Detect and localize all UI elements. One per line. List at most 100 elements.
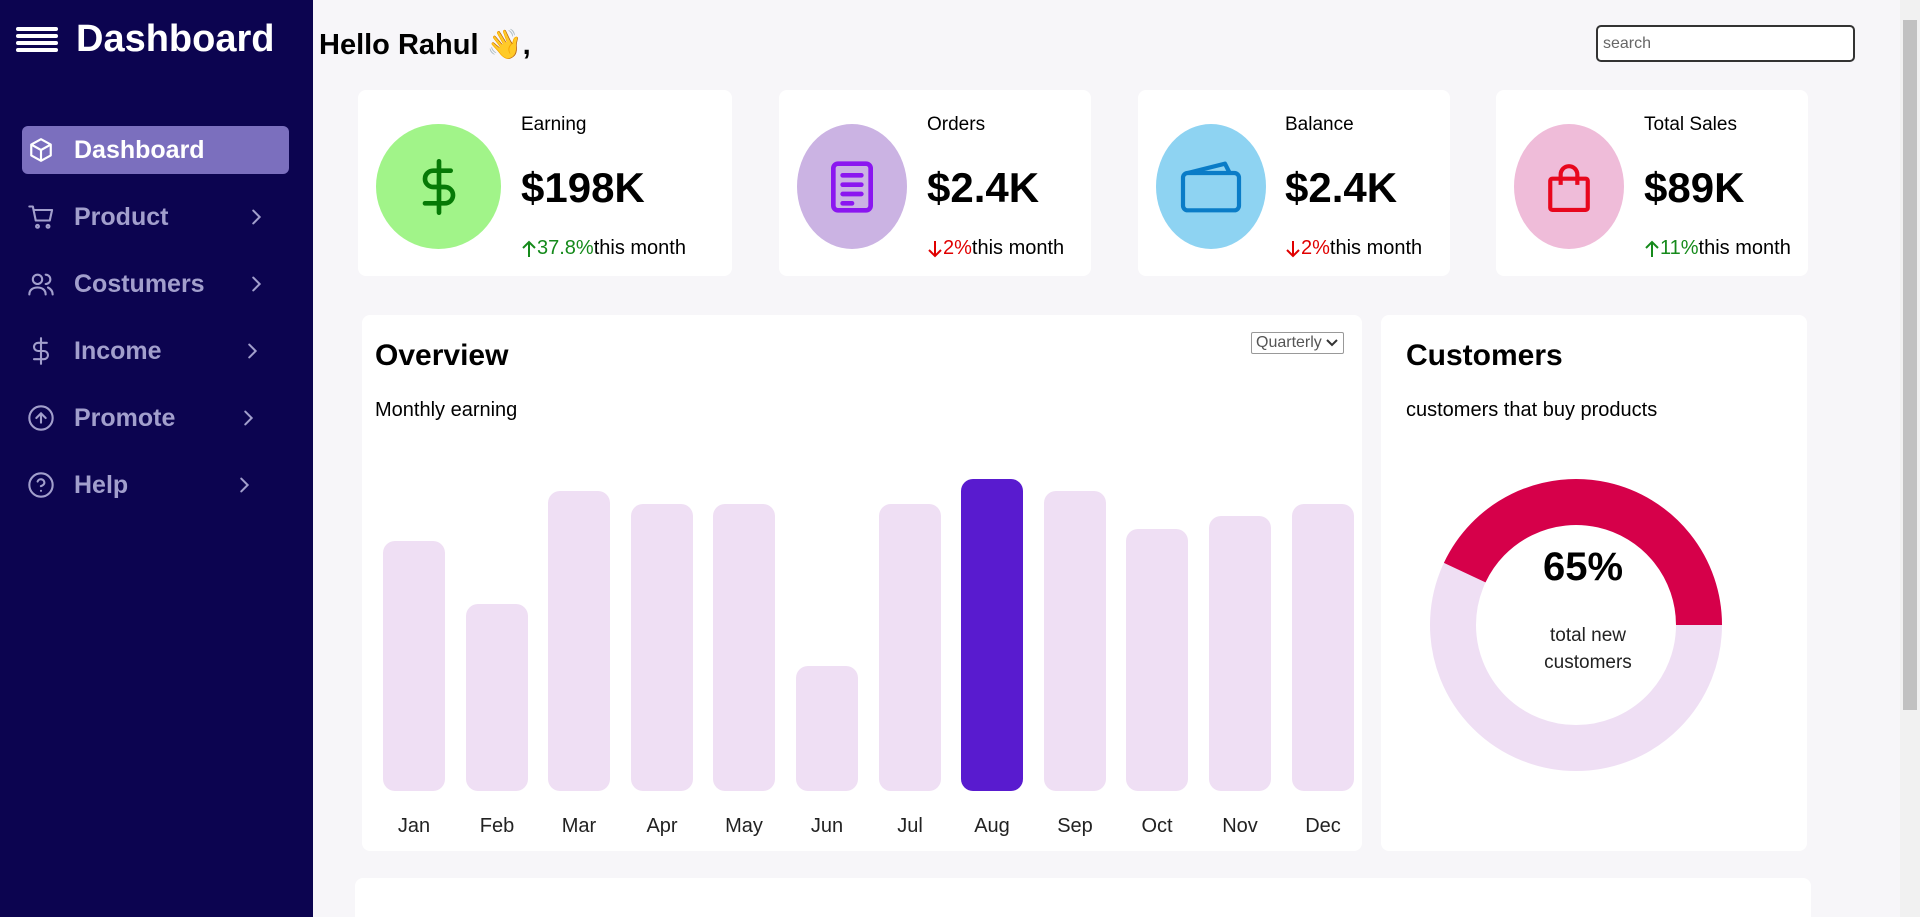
stat-label: Balance: [1285, 114, 1354, 135]
arrow-down-icon: [928, 240, 942, 257]
sidebar-item-label: Dashboard: [74, 135, 205, 164]
stat-change: 2% this month: [927, 237, 1064, 260]
bar-label-jul: Jul: [897, 815, 923, 837]
sidebar-item-label: Income: [74, 336, 162, 365]
cube-icon: [26, 135, 56, 165]
sidebar-item-product[interactable]: Product: [22, 193, 289, 241]
arrow-down-icon: [1286, 240, 1300, 257]
period-select[interactable]: Quarterly: [1251, 332, 1344, 354]
chevron-down-icon: [1326, 339, 1338, 347]
bar-may: [713, 504, 775, 791]
page-scrollbar[interactable]: [1900, 0, 1920, 917]
stat-change-suffix: this month: [1698, 237, 1791, 259]
cart-icon: [26, 202, 56, 232]
app-title: Dashboard: [76, 18, 275, 60]
bar-label-nov: Nov: [1222, 815, 1258, 837]
sidebar-item-label: Promote: [74, 403, 176, 432]
stat-card-orders: Orders $2.4K 2% this month: [779, 90, 1091, 276]
sidebar-item-costumers[interactable]: Costumers: [22, 260, 289, 308]
donut-caption: total new customers: [1488, 622, 1688, 676]
hamburger-menu-icon[interactable]: [16, 24, 58, 56]
bar-feb: [466, 604, 528, 791]
bar-jun: [796, 666, 858, 791]
bar-label-aug: Aug: [974, 815, 1010, 837]
product-sell-card: [355, 878, 1811, 917]
stat-change-value: 37.8%: [537, 237, 594, 259]
arrow-up-circle-icon: [26, 403, 56, 433]
overview-subtitle: Monthly earning: [375, 399, 518, 421]
arrow-up-icon: [522, 240, 536, 257]
bar-sep: [1044, 491, 1106, 791]
sidebar-item-label: Product: [74, 202, 169, 231]
donut-caption-line: customers: [1544, 652, 1632, 673]
customers-subtitle: customers that buy products: [1406, 399, 1658, 421]
stat-value: $198K: [521, 164, 645, 211]
period-select-value: Quarterly: [1256, 334, 1322, 351]
bar-label-jan: Jan: [397, 815, 431, 837]
stat-change-suffix: this month: [1329, 237, 1423, 259]
sidebar-brand: Dashboard: [16, 18, 274, 61]
stat-change-value: 2%: [1301, 237, 1330, 259]
arrow-up-icon: [1645, 240, 1659, 257]
bar-label-oct: Oct: [1141, 815, 1173, 837]
bar-jul: [879, 504, 941, 791]
chevron-right-icon: [244, 410, 254, 426]
sidebar-nav: Dashboard Product Costumers Income Promo…: [22, 126, 289, 528]
stat-change-suffix: this month: [593, 237, 686, 259]
chevron-right-icon: [252, 276, 262, 292]
stat-label: Total Sales: [1644, 114, 1737, 135]
sidebar-item-income[interactable]: Income: [22, 327, 289, 375]
bar-apr: [631, 504, 693, 791]
stat-card-earning: Earning $198K 37.8% this month: [358, 90, 732, 276]
bar-aug: [961, 479, 1023, 791]
stat-value: $89K: [1644, 164, 1745, 211]
sidebar-item-label: Help: [74, 470, 129, 499]
search-input[interactable]: [1596, 25, 1855, 62]
scrollbar-thumb[interactable]: [1903, 20, 1917, 710]
bar-label-apr: Apr: [646, 815, 678, 837]
bar-nov: [1209, 516, 1271, 791]
shopping-bag-icon: [1514, 124, 1624, 249]
help-circle-icon: [26, 470, 56, 500]
bar-label-mar: Mar: [561, 815, 597, 837]
stat-label: Orders: [927, 114, 986, 135]
document-icon: [797, 124, 907, 249]
sidebar-item-label: Costumers: [74, 269, 205, 298]
chevron-right-icon: [240, 477, 250, 493]
sidebar-item-dashboard[interactable]: Dashboard: [22, 126, 289, 174]
bar-label-dec: Dec: [1305, 815, 1341, 837]
bar-label-feb: Feb: [479, 815, 515, 837]
stat-change: 11% this month: [1644, 237, 1791, 260]
stat-change: 37.8% this month: [521, 237, 686, 260]
overview-card: Overview Monthly earning Quarterly Jan Fe…: [362, 315, 1362, 851]
donut-percent: 65%: [1542, 545, 1624, 589]
bar-jan: [383, 541, 445, 791]
stat-value: $2.4K: [927, 164, 1040, 211]
overview-title: Overview: [375, 339, 509, 372]
bar-label-may: May: [725, 815, 763, 837]
sidebar: Dashboard Dashboard Product Costumers In…: [0, 0, 313, 917]
bar-label-sep: Sep: [1057, 815, 1093, 837]
stat-value: $2.4K: [1285, 164, 1398, 211]
donut-caption-line: total new: [1549, 625, 1627, 646]
sidebar-item-promote[interactable]: Promote: [22, 394, 289, 442]
dollar-icon: [26, 336, 56, 366]
wallet-icon: [1156, 124, 1266, 249]
customers-title: Customers: [1406, 339, 1563, 372]
bar-mar: [548, 491, 610, 791]
chevron-right-icon: [248, 343, 258, 359]
bar-label-jun: Jun: [810, 815, 844, 837]
stat-change-suffix: this month: [971, 237, 1065, 259]
bar-oct: [1126, 529, 1188, 791]
sidebar-item-help[interactable]: Help: [22, 461, 289, 509]
stat-change-value: 2%: [943, 237, 972, 259]
bar-dec: [1292, 504, 1354, 791]
stat-card-total-sales: Total Sales $89K 11% this month: [1496, 90, 1808, 276]
dollar-icon: [376, 124, 501, 249]
stat-label: Earning: [521, 114, 587, 135]
users-icon: [26, 269, 56, 299]
greeting: Hello Rahul 👋,: [319, 29, 531, 61]
stat-change: 2% this month: [1285, 237, 1422, 260]
chevron-right-icon: [252, 209, 262, 225]
stat-card-balance: Balance $2.4K 2% this month: [1138, 90, 1450, 276]
